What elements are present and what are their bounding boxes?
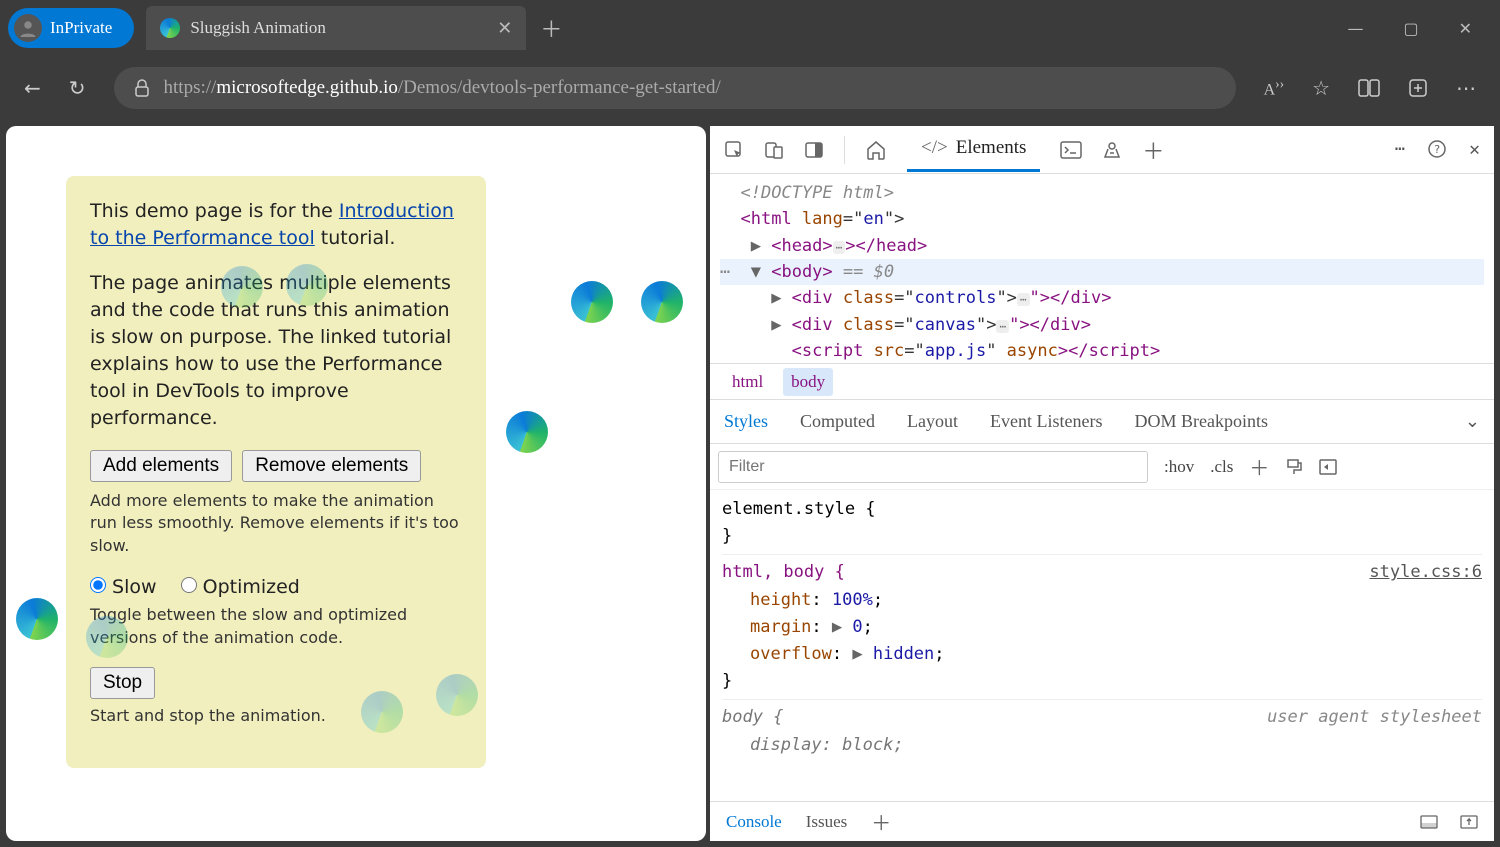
filter-input[interactable] [718,451,1148,483]
radio-slow[interactable]: Slow [90,576,157,598]
add-elements-button[interactable]: Add elements [90,450,232,482]
svg-text:?: ? [1434,143,1441,156]
animated-icon [286,264,328,306]
animated-icon [361,691,403,733]
console-icon[interactable] [1060,141,1082,159]
breadcrumb[interactable]: html body [710,364,1494,400]
controls-panel: This demo page is for the Introduction t… [66,176,486,768]
animated-icon [641,281,683,323]
hov-toggle[interactable]: :hov [1164,457,1194,477]
tab-event-listeners[interactable]: Event Listeners [990,411,1102,432]
add-drawer-icon[interactable]: ＋ [871,807,891,836]
radio-optimized[interactable]: Optimized [181,576,300,598]
tab-layout[interactable]: Layout [907,411,958,432]
back-icon[interactable]: ← [24,76,41,100]
animated-icon [506,411,548,453]
drawer-console[interactable]: Console [726,812,782,832]
styles-pane[interactable]: element.style { } html, body {style.css:… [710,490,1494,801]
browser-tab[interactable]: Sluggish Animation ✕ [146,6,526,50]
inprivate-label: InPrivate [50,18,112,38]
collections-icon[interactable] [1408,78,1428,98]
add-tab-icon[interactable]: ＋ [1142,134,1164,166]
paint-icon[interactable] [1285,458,1303,476]
maximize-icon[interactable]: ▢ [1403,19,1418,38]
close-devtools-icon[interactable]: ✕ [1469,139,1480,160]
stop-button[interactable]: Stop [90,667,155,699]
animated-icon [86,616,128,658]
expand-drawer-icon[interactable] [1460,815,1478,829]
source-link[interactable]: style.css:6 [1369,559,1482,586]
minimize-icon[interactable]: — [1347,19,1363,38]
close-tab-icon[interactable]: ✕ [497,18,512,39]
edge-icon [160,18,180,38]
elements-tab[interactable]: </> Elements [907,127,1040,172]
cls-toggle[interactable]: .cls [1210,457,1233,477]
tab-title: Sluggish Animation [190,18,326,38]
panel-icon[interactable] [804,140,824,160]
inprivate-badge[interactable]: InPrivate [8,8,134,48]
tab-computed[interactable]: Computed [800,411,875,432]
more-tools-icon[interactable]: ⋯ [1395,139,1405,160]
page-viewport: This demo page is for the Introduction t… [6,126,706,841]
close-window-icon[interactable]: ✕ [1459,19,1472,38]
new-style-icon[interactable]: ＋ [1249,452,1269,481]
panel-toggle-icon[interactable] [1319,459,1337,475]
elements-icon: </> [921,137,948,159]
crumb-html[interactable]: html [724,368,771,396]
chevron-down-icon[interactable]: ⌄ [1465,411,1480,432]
device-icon[interactable] [764,140,784,160]
devtools-toolbar: </> Elements ＋ ⋯ ? ✕ [710,126,1494,174]
titlebar: InPrivate Sluggish Animation ✕ ＋ — ▢ ✕ [0,0,1500,56]
more-icon[interactable]: ⋯ [1456,76,1476,100]
dock-icon[interactable] [1420,815,1438,829]
add-hint: Add more elements to make the animation … [90,490,462,558]
tab-dom-breakpoints[interactable]: DOM Breakpoints [1134,411,1268,432]
animated-icon [571,281,613,323]
sources-icon[interactable] [1102,140,1122,160]
profile-icon [14,14,42,42]
stop-hint: Start and stop the animation. [90,705,462,728]
new-tab-button[interactable]: ＋ [540,12,562,44]
refresh-icon[interactable]: ↻ [69,76,86,100]
drawer-issues[interactable]: Issues [806,812,848,832]
styles-tabs: Styles Computed Layout Event Listeners D… [710,400,1494,444]
animated-icon [16,598,58,640]
drawer: Console Issues ＋ [710,801,1494,841]
lock-icon [134,79,150,97]
dom-tree[interactable]: <!DOCTYPE html> <html lang="en"> ▶ <head… [710,174,1494,364]
help-icon[interactable]: ? [1427,139,1447,160]
welcome-tab[interactable] [865,140,887,160]
filter-bar: :hov .cls ＋ [710,444,1494,490]
devtools-panel: </> Elements ＋ ⋯ ? ✕ <!DOCTYPE html> <ht… [710,126,1494,841]
crumb-body[interactable]: body [783,368,833,396]
animated-icon [221,266,263,308]
window-controls: — ▢ ✕ [1347,19,1492,38]
description-text: The page animates multiple elements and … [90,270,462,432]
split-screen-icon[interactable] [1358,79,1380,97]
tab-styles[interactable]: Styles [724,411,768,432]
address-bar: ← ↻ https://microsoftedge.github.io/Demo… [0,56,1500,120]
animated-icon [436,674,478,716]
url-input[interactable]: https://microsoftedge.github.io/Demos/de… [114,67,1236,109]
inspect-icon[interactable] [724,140,744,160]
favorite-icon[interactable]: ☆ [1312,76,1330,100]
read-aloud-icon[interactable]: A›› [1264,76,1284,99]
remove-elements-button[interactable]: Remove elements [242,450,421,482]
radio-hint: Toggle between the slow and optimized ve… [90,604,462,649]
